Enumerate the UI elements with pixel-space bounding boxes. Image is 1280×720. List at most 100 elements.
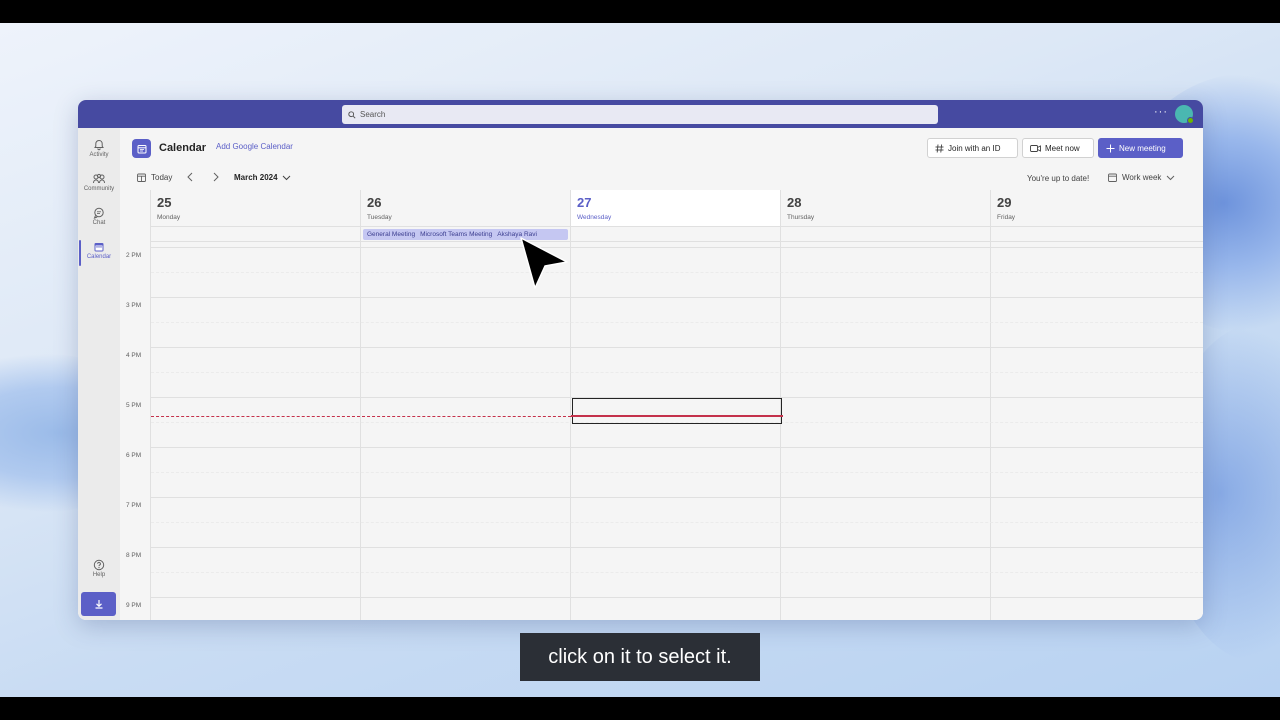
- new-meeting-button[interactable]: New meeting: [1098, 138, 1183, 158]
- view-label: Work week: [1122, 173, 1162, 182]
- calendar-toolbar: Today March 2024 You're up to date! Work…: [120, 168, 1203, 190]
- new-meeting-label: New meeting: [1119, 143, 1166, 153]
- calendar-app-icon: [132, 139, 151, 158]
- video-caption: click on it to select it.: [520, 633, 760, 681]
- sync-status: You're up to date!: [1027, 174, 1090, 183]
- rail-item-label: Chat: [92, 220, 106, 226]
- half-hour-line: [151, 372, 1203, 373]
- day-name: Tuesday: [367, 214, 392, 221]
- mouse-pointer-icon: [520, 237, 568, 289]
- bell-icon: [93, 138, 105, 152]
- meet-now-label: Meet now: [1045, 143, 1080, 153]
- rail-item-label: Calendar: [86, 254, 112, 260]
- all-day-row[interactable]: [781, 227, 990, 242]
- time-label: 3 PM: [126, 302, 142, 309]
- rail-item-label: Community: [83, 186, 115, 192]
- chevron-left-icon[interactable]: [186, 172, 194, 185]
- hash-icon: [935, 143, 944, 153]
- rail-item-chat[interactable]: Chat: [78, 202, 120, 236]
- time-label: 4 PM: [126, 352, 142, 359]
- plus-icon: [1106, 144, 1115, 152]
- day-number: 25: [157, 195, 172, 210]
- all-day-row[interactable]: [991, 227, 1203, 242]
- chevron-right-icon[interactable]: [212, 172, 220, 185]
- app-rail: Activity Community Chat Calendar Help: [78, 128, 120, 620]
- time-label: 8 PM: [126, 552, 142, 559]
- day-name: Friday: [997, 214, 1016, 221]
- day-name: Wednesday: [577, 214, 612, 221]
- add-google-calendar-link[interactable]: Add Google Calendar: [216, 142, 293, 151]
- presence-badge: [1187, 117, 1194, 124]
- today-button[interactable]: Today: [137, 173, 172, 182]
- half-hour-line: [151, 522, 1203, 523]
- day-header[interactable]: 25 Monday: [151, 190, 360, 227]
- view-switcher[interactable]: Work week: [1108, 173, 1175, 182]
- hour-line: [151, 347, 1203, 348]
- day-column[interactable]: 28 Thursday: [781, 190, 991, 620]
- rail-item-label: Help: [92, 572, 106, 578]
- rail-item-community[interactable]: Community: [78, 168, 120, 202]
- title-bar: Search ···: [78, 100, 1203, 128]
- all-day-row[interactable]: [571, 227, 780, 242]
- hour-line: [151, 297, 1203, 298]
- day-name: Monday: [157, 214, 181, 221]
- download-button[interactable]: [81, 592, 116, 616]
- community-icon: [92, 172, 106, 186]
- day-header[interactable]: 29 Friday: [991, 190, 1203, 227]
- rail-item-help[interactable]: Help: [78, 554, 120, 588]
- time-label: 2 PM: [126, 252, 142, 259]
- calendar-icon: [93, 240, 105, 254]
- search-placeholder: Search: [360, 110, 386, 119]
- letterbox-top: [0, 0, 1280, 23]
- half-hour-line: [151, 322, 1203, 323]
- month-label: March 2024: [234, 173, 278, 182]
- all-day-row[interactable]: [151, 227, 360, 242]
- hour-line: [151, 547, 1203, 548]
- time-label: 7 PM: [126, 502, 142, 509]
- day-number: 29: [997, 195, 1012, 210]
- month-picker[interactable]: March 2024: [234, 173, 291, 182]
- time-label: 9 PM: [126, 602, 142, 609]
- time-label: 5 PM: [126, 402, 142, 409]
- meet-now-button[interactable]: Meet now: [1022, 138, 1094, 158]
- day-header[interactable]: 28 Thursday: [781, 190, 990, 227]
- day-column[interactable]: 25 Monday: [151, 190, 361, 620]
- day-number: 28: [787, 195, 802, 210]
- letterbox-bottom: [0, 697, 1280, 720]
- day-header[interactable]: 27 Wednesday: [571, 190, 780, 227]
- day-name: Thursday: [787, 214, 815, 221]
- more-options-icon[interactable]: ···: [1154, 106, 1168, 118]
- page-title: Calendar: [159, 142, 207, 154]
- help-icon: [93, 558, 105, 572]
- selected-time-slot[interactable]: [572, 398, 782, 424]
- hour-line: [151, 597, 1203, 598]
- half-hour-line: [151, 472, 1203, 473]
- search-input[interactable]: Search: [342, 105, 938, 124]
- day-column[interactable]: 29 Friday: [991, 190, 1203, 620]
- hour-line: [151, 497, 1203, 498]
- event-location: Microsoft Teams Meeting: [420, 231, 493, 238]
- rail-item-label: Activity: [89, 152, 109, 158]
- calendar-main: Calendar Add Google Calendar Join with a…: [120, 128, 1203, 620]
- teams-window: Search ··· Activity Community Chat Calen…: [78, 100, 1203, 620]
- calendar-header: Calendar Add Google Calendar Join with a…: [120, 128, 1203, 168]
- join-with-id-button[interactable]: Join with an ID: [927, 138, 1018, 158]
- day-number: 27: [577, 195, 592, 210]
- event-title: General Meeting: [367, 231, 416, 238]
- time-label: 6 PM: [126, 452, 142, 459]
- calendar-view-icon: [1108, 173, 1117, 182]
- join-with-id-label: Join with an ID: [948, 143, 1001, 153]
- half-hour-line: [151, 572, 1203, 573]
- chat-icon: [93, 206, 105, 220]
- calendar-today-icon: [137, 173, 146, 182]
- current-time-line: [571, 415, 783, 417]
- hour-line: [151, 247, 1203, 248]
- half-hour-line: [151, 272, 1203, 273]
- avatar[interactable]: [1175, 105, 1194, 124]
- chevron-down-icon: [1167, 175, 1175, 180]
- today-label: Today: [151, 173, 173, 182]
- day-header[interactable]: 26 Tuesday: [361, 190, 570, 227]
- rail-item-calendar[interactable]: Calendar: [78, 236, 120, 270]
- rail-item-activity[interactable]: Activity: [78, 134, 120, 168]
- calendar-grid: 25 Monday 26 Tuesday 27 Wednesday 28 Thu…: [120, 190, 1203, 620]
